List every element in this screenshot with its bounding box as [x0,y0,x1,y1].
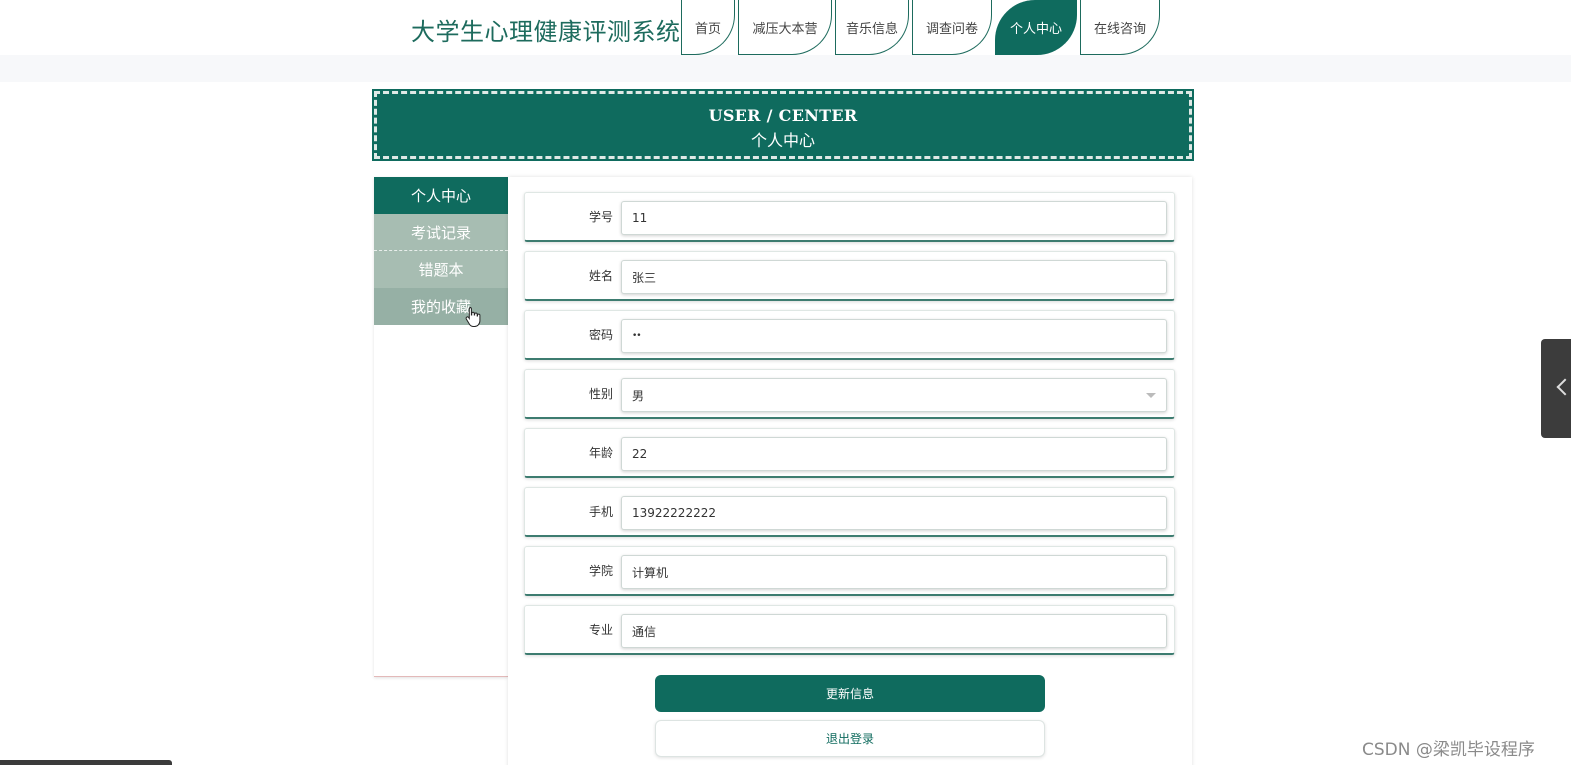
update-info-button[interactable]: 更新信息 [655,675,1045,712]
form-row-student-id: 学号 11 [524,192,1175,242]
profile-form-panel: 学号 11 姓名 张三 密码 •• 性别 男 年龄 22 手机 13922222… [508,177,1192,765]
nav-tab-relief[interactable]: 减压大本营 [738,0,832,55]
nav-tab-home[interactable]: 首页 [681,0,735,55]
sidebar-item-favorites[interactable]: 我的收藏 [374,288,508,325]
form-row-age: 年龄 22 [524,428,1175,478]
top-nav: 首页 减压大本营 音乐信息 调查问卷 个人中心 在线咨询 [681,0,1163,55]
field-label: 专业 [588,623,613,637]
field-label: 密码 [588,328,613,342]
page-banner: USER / CENTER 个人中心 [372,89,1194,161]
site-title: 大学生心理健康评测系统 [411,18,681,46]
field-label: 年龄 [588,446,613,460]
banner-title-en: USER / CENTER [708,106,858,125]
form-row-name: 姓名 张三 [524,251,1175,301]
side-panel-toggle[interactable] [1541,339,1571,438]
college-input[interactable]: 计算机 [621,555,1167,589]
form-row-gender: 性别 男 [524,369,1175,419]
sidebar-item-exam-records[interactable]: 考试记录 [374,214,508,251]
student-id-input[interactable]: 11 [621,201,1167,235]
chevron-left-icon [1556,378,1571,396]
header: 大学生心理健康评测系统 首页 减压大本营 音乐信息 调查问卷 个人中心 在线咨询 [0,0,1571,55]
sidebar: 个人中心 考试记录 错题本 我的收藏 [374,177,508,677]
password-input[interactable]: •• [621,319,1167,353]
nav-tab-music[interactable]: 音乐信息 [835,0,909,55]
banner-title-cn: 个人中心 [750,131,815,150]
form-row-college: 学院 计算机 [524,546,1175,596]
watermark: CSDN @梁凯毕设程序 [1362,740,1535,760]
form-row-major: 专业 通信 [524,605,1175,655]
form-row-password: 密码 •• [524,310,1175,360]
chevron-down-icon [1146,393,1156,398]
sidebar-item-user-center[interactable]: 个人中心 [374,177,508,214]
sidebar-item-wrong-questions[interactable]: 错题本 [374,251,508,288]
nav-tab-consult[interactable]: 在线咨询 [1080,0,1160,55]
nav-tab-survey[interactable]: 调查问卷 [912,0,992,55]
age-input[interactable]: 22 [621,437,1167,471]
phone-input[interactable]: 13922222222 [621,496,1167,530]
field-label: 性别 [588,387,613,401]
nav-tab-user-center[interactable]: 个人中心 [995,0,1077,55]
field-label: 姓名 [588,269,613,283]
logout-button[interactable]: 退出登录 [655,720,1045,757]
field-label: 学号 [588,210,613,224]
field-label: 手机 [588,505,613,519]
header-band [0,55,1571,82]
page: 大学生心理健康评测系统 首页 减压大本营 音乐信息 调查问卷 个人中心 在线咨询… [0,0,1571,765]
major-input[interactable]: 通信 [621,614,1167,648]
field-label: 学院 [588,564,613,578]
bottom-scroll-indicator [0,760,172,765]
hand-cursor-icon [465,307,481,327]
form-row-phone: 手机 13922222222 [524,487,1175,537]
gender-select-value: 男 [632,388,645,403]
name-input[interactable]: 张三 [621,260,1167,294]
gender-select[interactable]: 男 [621,378,1167,412]
